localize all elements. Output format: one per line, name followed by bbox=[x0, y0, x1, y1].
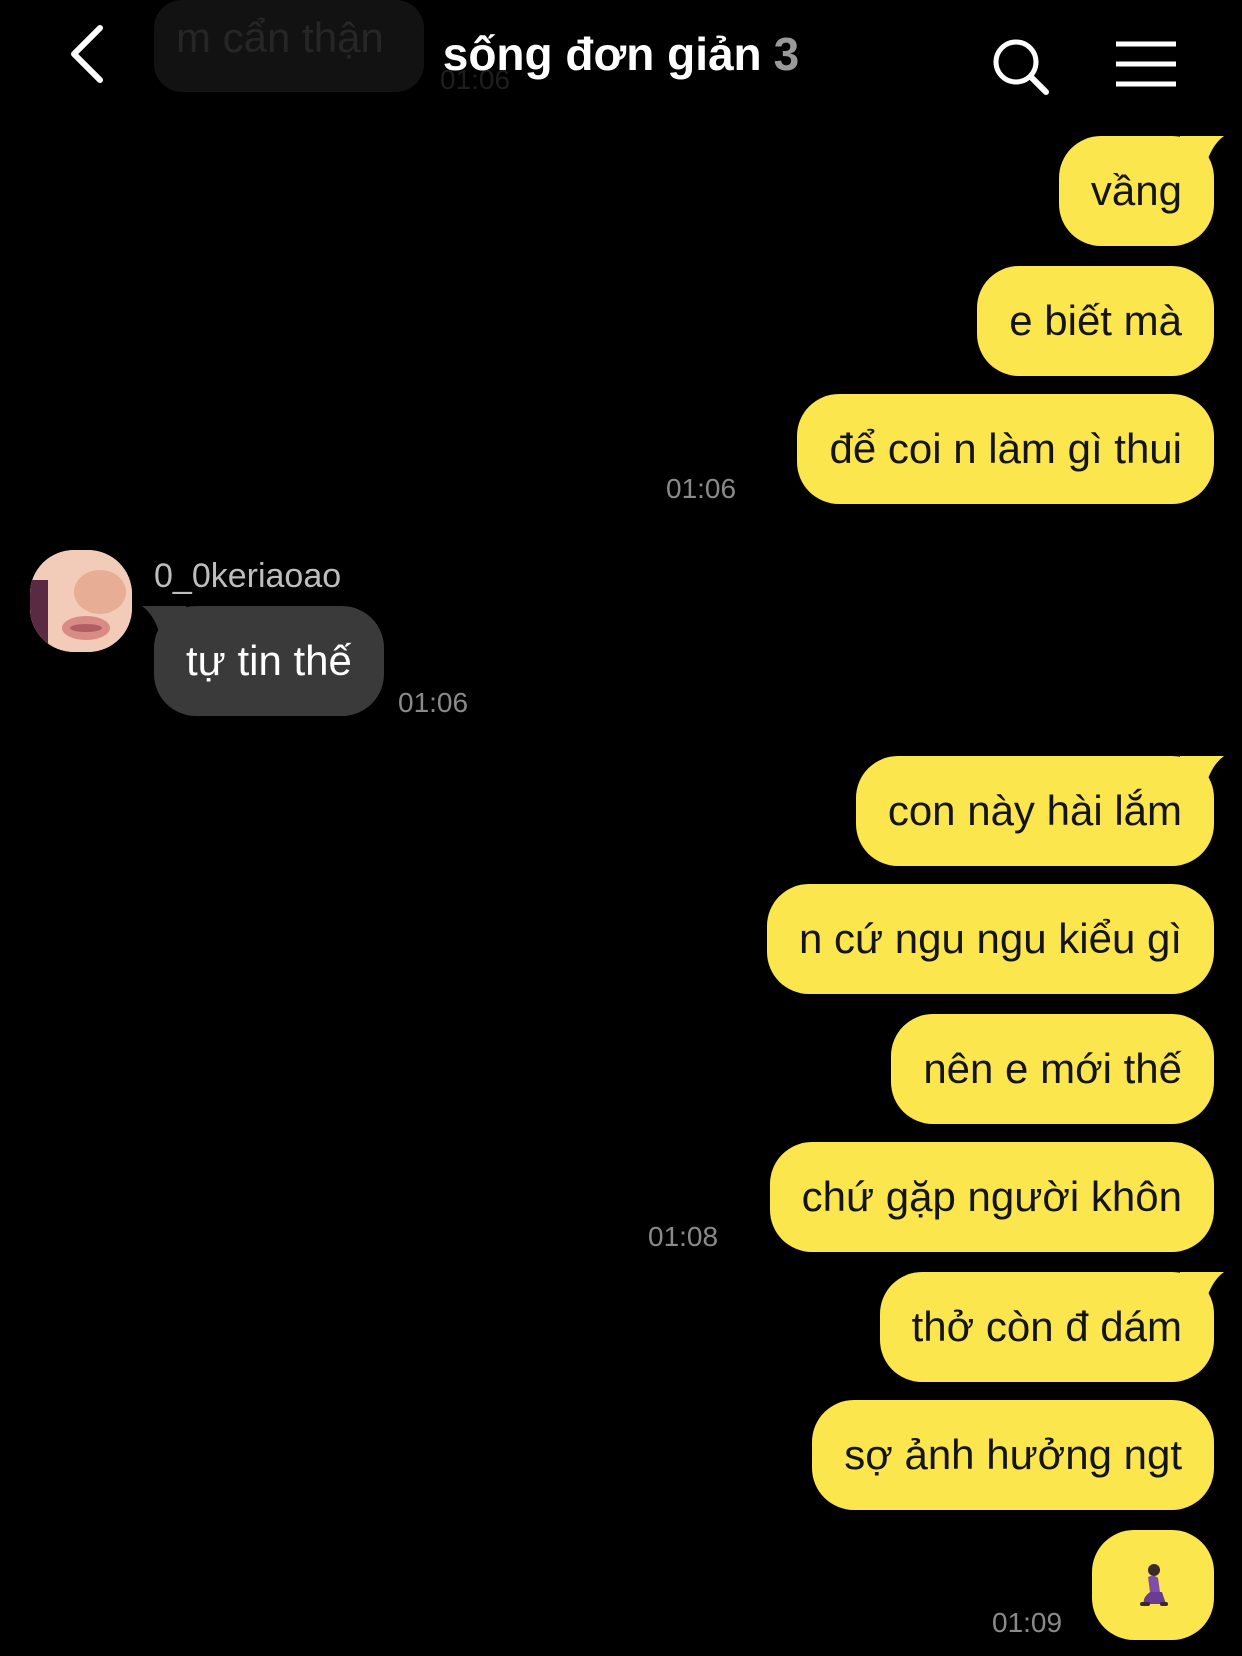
message-time: 01:06 bbox=[666, 473, 737, 504]
outgoing-message-bubble[interactable]: chứ gặp người khôn bbox=[769, 1142, 1214, 1252]
message-text: con này hài lắm bbox=[887, 787, 1182, 834]
outgoing-message-bubble[interactable]: để coi n làm gì thui bbox=[797, 394, 1214, 504]
member-count: 3 bbox=[773, 28, 800, 80]
message-text: để coi n làm gì thui bbox=[829, 425, 1182, 472]
outgoing-emoji-bubble[interactable] bbox=[1092, 1530, 1214, 1640]
outgoing-message-bubble[interactable]: nên e mới thế bbox=[891, 1014, 1214, 1124]
chat-header: sống đơn giản 3 bbox=[0, 0, 1242, 120]
message-text: nên e mới thế bbox=[923, 1045, 1182, 1092]
outgoing-message-bubble[interactable]: e biết mà bbox=[977, 266, 1214, 376]
message-text: sợ ảnh hưởng ngt bbox=[844, 1431, 1182, 1478]
chat-title: sống đơn giản 3 bbox=[0, 24, 1242, 84]
outgoing-message-bubble[interactable]: thở còn đ dám bbox=[879, 1272, 1224, 1382]
bubble-tail-icon bbox=[1180, 1272, 1224, 1308]
message-text: thở còn đ dám bbox=[911, 1303, 1182, 1350]
message-text: tự tin thế bbox=[186, 637, 352, 684]
avatar-photo bbox=[30, 550, 132, 652]
bubble-tail-icon bbox=[1180, 756, 1224, 792]
outgoing-message-bubble[interactable]: sợ ảnh hưởng ngt bbox=[812, 1400, 1214, 1510]
message-time: 01:06 bbox=[398, 687, 469, 718]
kneeling-person-emoji bbox=[1140, 1564, 1168, 1606]
outgoing-message-bubble[interactable]: con này hài lắm bbox=[855, 756, 1224, 866]
bubble-tail-icon bbox=[1180, 136, 1224, 172]
message-time: 01:09 bbox=[992, 1607, 1063, 1638]
message-text: vầng bbox=[1090, 167, 1182, 214]
outgoing-message-bubble[interactable]: n cứ ngu ngu kiểu gì bbox=[766, 884, 1214, 994]
chat-title-text: sống đơn giản bbox=[442, 28, 762, 80]
avatar[interactable] bbox=[30, 550, 132, 652]
outgoing-message-bubble[interactable]: vầng bbox=[1058, 136, 1224, 246]
message-text: n cứ ngu ngu kiểu gì bbox=[798, 915, 1182, 962]
message-text: chứ gặp người khôn bbox=[801, 1173, 1182, 1220]
message-text: e biết mà bbox=[1009, 297, 1182, 344]
hamburger-menu-icon[interactable] bbox=[1114, 40, 1178, 88]
sender-name: 0_0keriaoao bbox=[154, 557, 342, 595]
bubble-tail-icon bbox=[142, 606, 186, 642]
message-time: 01:08 bbox=[648, 1221, 719, 1252]
incoming-message-bubble[interactable]: tự tin thế bbox=[142, 606, 384, 716]
search-icon[interactable] bbox=[990, 36, 1052, 98]
